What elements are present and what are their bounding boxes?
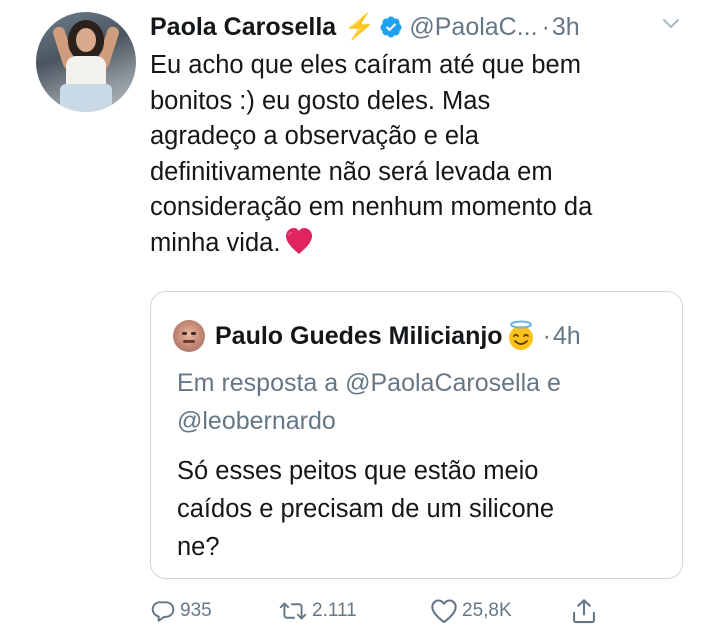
retweet-count: 2.111 <box>312 600 357 621</box>
like-button[interactable]: 25,8K <box>430 596 512 626</box>
separator: · <box>542 321 551 350</box>
reply-icon <box>151 601 175 622</box>
quoted-tweet-body: Só esses peitos que estão meio caídos e … <box>177 457 555 561</box>
quoted-author-avatar <box>173 320 205 352</box>
separator: · <box>541 12 550 41</box>
heart-icon <box>431 599 457 624</box>
author-handle[interactable]: @PaolaC... <box>409 13 537 42</box>
quoted-tweet-header: Paulo Guedes Milicianjo · 4h <box>215 318 581 354</box>
tweet-timestamp[interactable]: 3h <box>552 13 580 42</box>
heart-emoji <box>286 227 313 254</box>
quoted-author-name: Paulo Guedes Milicianjo <box>215 321 503 350</box>
retweet-button[interactable]: 2.111 <box>278 596 357 626</box>
lightning-emoji: ⚡ <box>344 12 376 41</box>
share-icon <box>573 599 595 624</box>
reply-count: 935 <box>180 600 212 621</box>
author-name[interactable]: Paola Carosella <box>150 13 336 42</box>
smiling-face-with-halo-emoji <box>508 320 533 350</box>
share-button[interactable] <box>570 596 598 626</box>
reply-button[interactable]: 935 <box>150 596 212 626</box>
chevron-down-icon[interactable] <box>662 18 680 30</box>
verified-badge-icon <box>380 16 402 38</box>
tweet-body: Eu acho que eles caíram até que bem boni… <box>150 48 695 261</box>
retweet-icon <box>279 602 307 620</box>
like-count: 25,8K <box>462 600 512 621</box>
tweet-header: Paola Carosella ⚡ @PaolaC... · 3h <box>150 10 580 44</box>
quoted-tweet-timestamp: 4h <box>552 321 581 350</box>
tweet-actions: 935 2.111 25,8K <box>150 596 610 626</box>
reply-context: Em resposta a @PaolaCarosella e @leobern… <box>177 369 561 435</box>
tweet-body-text: Eu acho que eles caíram até que bem boni… <box>150 51 593 257</box>
author-avatar[interactable] <box>36 12 136 112</box>
quoted-tweet[interactable]: Paulo Guedes Milicianjo · 4h Em resposta… <box>150 291 683 579</box>
